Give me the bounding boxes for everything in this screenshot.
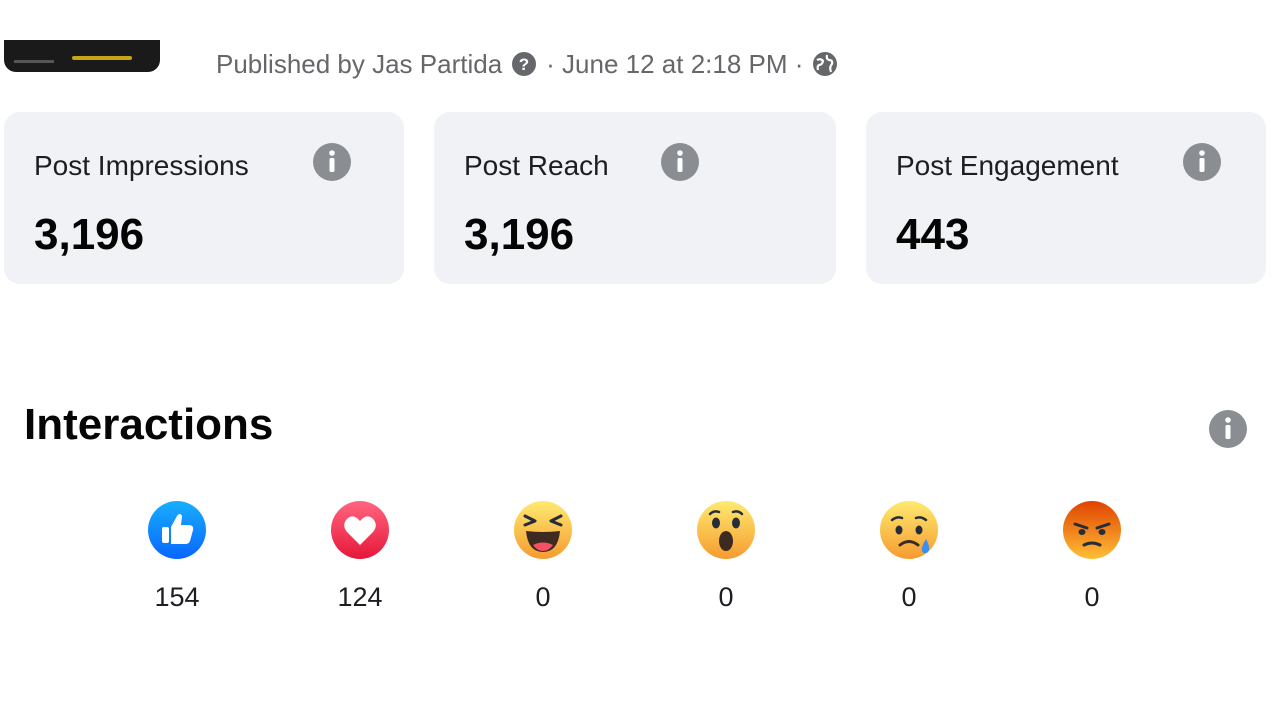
post-thumbnail[interactable] — [4, 40, 160, 72]
reaction-like[interactable]: 154 — [117, 500, 237, 613]
stats-cards: Post Impressions 3,196 Post Reach 3,196 … — [4, 112, 1268, 284]
post-engagement-card: Post Engagement 443 — [866, 112, 1266, 284]
like-icon — [148, 501, 206, 559]
reaction-count: 124 — [337, 582, 383, 612]
thumbnail-graphic-2 — [14, 60, 54, 63]
question-icon[interactable]: ? — [510, 50, 538, 78]
card-label: Post Impressions — [34, 150, 249, 181]
reaction-count: 154 — [154, 582, 200, 612]
card-label: Post Engagement — [896, 150, 1119, 181]
haha-icon — [514, 501, 572, 559]
sad-icon — [880, 501, 938, 559]
info-icon[interactable] — [312, 142, 352, 182]
angry-icon — [1063, 501, 1121, 559]
post-meta: Published by Jas Partida ? · June 12 at … — [216, 44, 839, 84]
thumbnail-graphic — [72, 56, 132, 60]
love-icon — [331, 501, 389, 559]
card-value: 3,196 — [34, 210, 145, 259]
published-by-text[interactable]: Published by Jas Partida — [216, 49, 502, 80]
globe-icon — [811, 50, 839, 78]
svg-text:?: ? — [519, 55, 529, 74]
reaction-wow[interactable]: 0 — [666, 500, 786, 613]
card-label: Post Reach — [464, 150, 609, 181]
post-date-text[interactable]: · June 12 at 2:18 PM · — [546, 49, 803, 80]
reaction-angry[interactable]: 0 — [1032, 500, 1152, 613]
reaction-sad[interactable]: 0 — [849, 500, 969, 613]
wow-icon — [697, 501, 755, 559]
reaction-love[interactable]: 124 — [300, 500, 420, 613]
reaction-count: 0 — [535, 582, 551, 612]
card-value: 3,196 — [464, 210, 575, 259]
reaction-haha[interactable]: 0 — [483, 500, 603, 613]
reaction-count: 0 — [901, 582, 917, 612]
info-icon[interactable] — [1208, 409, 1248, 449]
post-impressions-card: Post Impressions 3,196 — [4, 112, 404, 284]
info-icon[interactable] — [1182, 142, 1222, 182]
reaction-count: 0 — [718, 582, 734, 612]
post-reach-card: Post Reach 3,196 — [434, 112, 836, 284]
info-icon[interactable] — [660, 142, 700, 182]
interactions-title: Interactions — [24, 400, 274, 449]
card-value: 443 — [896, 210, 970, 259]
reaction-count: 0 — [1084, 582, 1100, 612]
